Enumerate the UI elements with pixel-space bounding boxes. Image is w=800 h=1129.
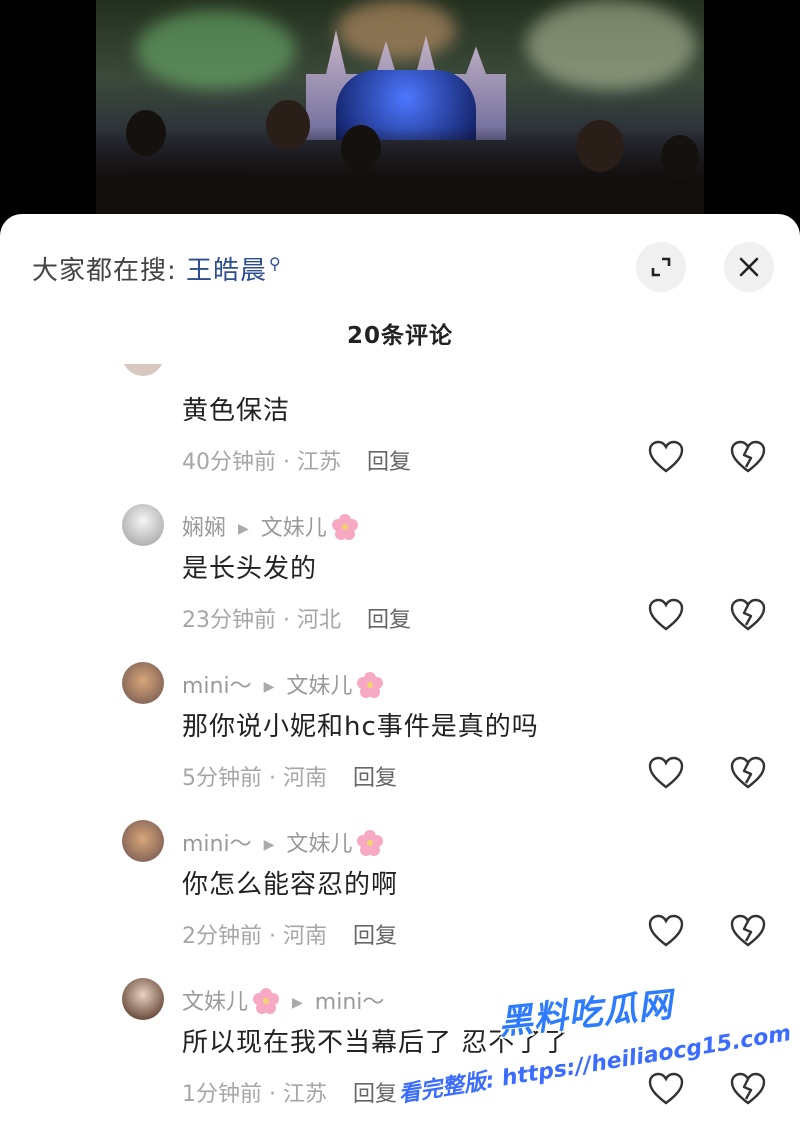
dislike-broken-heart-icon[interactable] xyxy=(730,440,766,474)
comment-count-title: 20条评论 xyxy=(346,323,453,349)
comment-text: 你怎么能容忍的啊 xyxy=(182,870,399,900)
comment-meta: 1分钟前 · 江苏 回复 xyxy=(182,1076,397,1108)
close-button[interactable] xyxy=(724,242,774,292)
comment-user-line: mini～ ▶ 文妹儿 xyxy=(182,826,384,858)
comment-user-line: 文妹儿 ▶ mini～ xyxy=(182,984,384,1016)
comment-panel: 大家都在搜: 王皓晨⚲ 20条评论 · · · · · 黄色保洁 40分钟前 ·… xyxy=(0,214,800,1129)
dislike-broken-heart-icon[interactable] xyxy=(730,598,766,632)
comment-item: · · · · · 黄色保洁 40分钟前 · 江苏 回复 xyxy=(0,364,800,504)
avatar[interactable] xyxy=(122,820,164,862)
reply-arrow-icon: ▶ xyxy=(238,521,249,537)
expand-button[interactable] xyxy=(636,242,686,292)
dislike-broken-heart-icon[interactable] xyxy=(730,756,766,790)
like-heart-icon[interactable] xyxy=(648,756,684,790)
flower-emoji-icon xyxy=(357,830,384,856)
comment-user-line: 娴娴 ▶ 文妹儿 xyxy=(182,510,359,542)
video-preview-image[interactable] xyxy=(96,0,704,222)
flower-emoji-icon xyxy=(357,672,384,698)
comment-time-location: 40分钟前 · 江苏 xyxy=(182,450,341,475)
comment-meta: 23分钟前 · 河北 回复 xyxy=(182,602,411,634)
avatar[interactable] xyxy=(122,662,164,704)
reply-button[interactable]: 回复 xyxy=(353,924,397,949)
avatar[interactable] xyxy=(122,978,164,1020)
photo-side-left xyxy=(0,0,96,222)
comment-text: 黄色保洁 xyxy=(182,396,291,426)
dislike-broken-heart-icon[interactable] xyxy=(730,914,766,948)
reply-to-username[interactable]: 文妹儿 xyxy=(286,674,352,699)
like-heart-icon[interactable] xyxy=(648,440,684,474)
avatar[interactable] xyxy=(122,504,164,546)
comment-item: mini～ ▶ 文妹儿 你怎么能容忍的啊 2分钟前 · 河南 回复 xyxy=(0,820,800,970)
comment-list[interactable]: · · · · · 黄色保洁 40分钟前 · 江苏回复 娴娴▶文妹儿 是长头发的… xyxy=(0,364,800,1129)
trending-search-label: 大家都在搜: xyxy=(32,256,177,286)
trending-search-keyword[interactable]: 王皓晨 xyxy=(186,256,267,286)
photo-side-right xyxy=(704,0,800,222)
comment-user-line: · · · · · xyxy=(182,364,245,372)
reply-arrow-icon: ▶ xyxy=(263,837,275,853)
comment-meta: 2分钟前 · 河南 回复 xyxy=(182,918,397,950)
trending-search[interactable]: 大家都在搜: 王皓晨 ⚲ xyxy=(32,250,282,287)
comment-meta: 40分钟前 · 江苏 回复 xyxy=(182,444,411,476)
reply-to-username[interactable]: mini～ xyxy=(315,990,385,1015)
comment-time-location: 5分钟前 · 河南 xyxy=(182,766,327,791)
comment-item: mini～ ▶ 文妹儿 那你说小妮和hc事件是真的吗 5分钟前 · 河南 回复 xyxy=(0,662,800,812)
comment-time-location: 23分钟前 · 河北 xyxy=(182,608,341,633)
expand-icon xyxy=(651,257,671,277)
comment-username[interactable]: 文妹儿 xyxy=(182,990,248,1015)
comment-item: 娴娴 ▶ 文妹儿 是长头发的 23分钟前 · 河北 回复 xyxy=(0,504,800,654)
reply-to-username[interactable]: 文妹儿 xyxy=(286,832,352,857)
close-icon xyxy=(739,257,759,277)
comment-text: 那你说小妮和hc事件是真的吗 xyxy=(182,712,539,742)
reply-button[interactable]: 回复 xyxy=(367,450,411,475)
comment-text: 是长头发的 xyxy=(182,554,318,584)
flower-emoji-icon xyxy=(253,988,280,1014)
reply-to-username[interactable]: 文妹儿 xyxy=(261,516,327,541)
like-heart-icon[interactable] xyxy=(648,598,684,632)
like-heart-icon[interactable] xyxy=(648,1072,684,1106)
search-icon: ⚲ xyxy=(269,254,282,273)
comment-time-location: 1分钟前 · 江苏 xyxy=(182,1082,327,1107)
reply-button[interactable]: 回复 xyxy=(353,1082,397,1107)
comment-user-line: mini～ ▶ 文妹儿 xyxy=(182,668,384,700)
avatar[interactable] xyxy=(122,364,164,376)
reply-button[interactable]: 回复 xyxy=(367,608,411,633)
comment-time-location: 2分钟前 · 河南 xyxy=(182,924,327,949)
dislike-broken-heart-icon[interactable] xyxy=(730,1072,766,1106)
like-heart-icon[interactable] xyxy=(648,914,684,948)
reply-arrow-icon: ▶ xyxy=(263,679,275,695)
flower-emoji-icon xyxy=(331,514,358,540)
comment-meta: 5分钟前 · 河南 回复 xyxy=(182,760,397,792)
comment-username[interactable]: 娴娴 xyxy=(182,516,226,541)
reply-arrow-icon: ▶ xyxy=(292,995,303,1011)
comment-username[interactable]: mini～ xyxy=(182,674,252,699)
comment-username[interactable]: mini～ xyxy=(182,832,252,857)
reply-button[interactable]: 回复 xyxy=(353,766,397,791)
